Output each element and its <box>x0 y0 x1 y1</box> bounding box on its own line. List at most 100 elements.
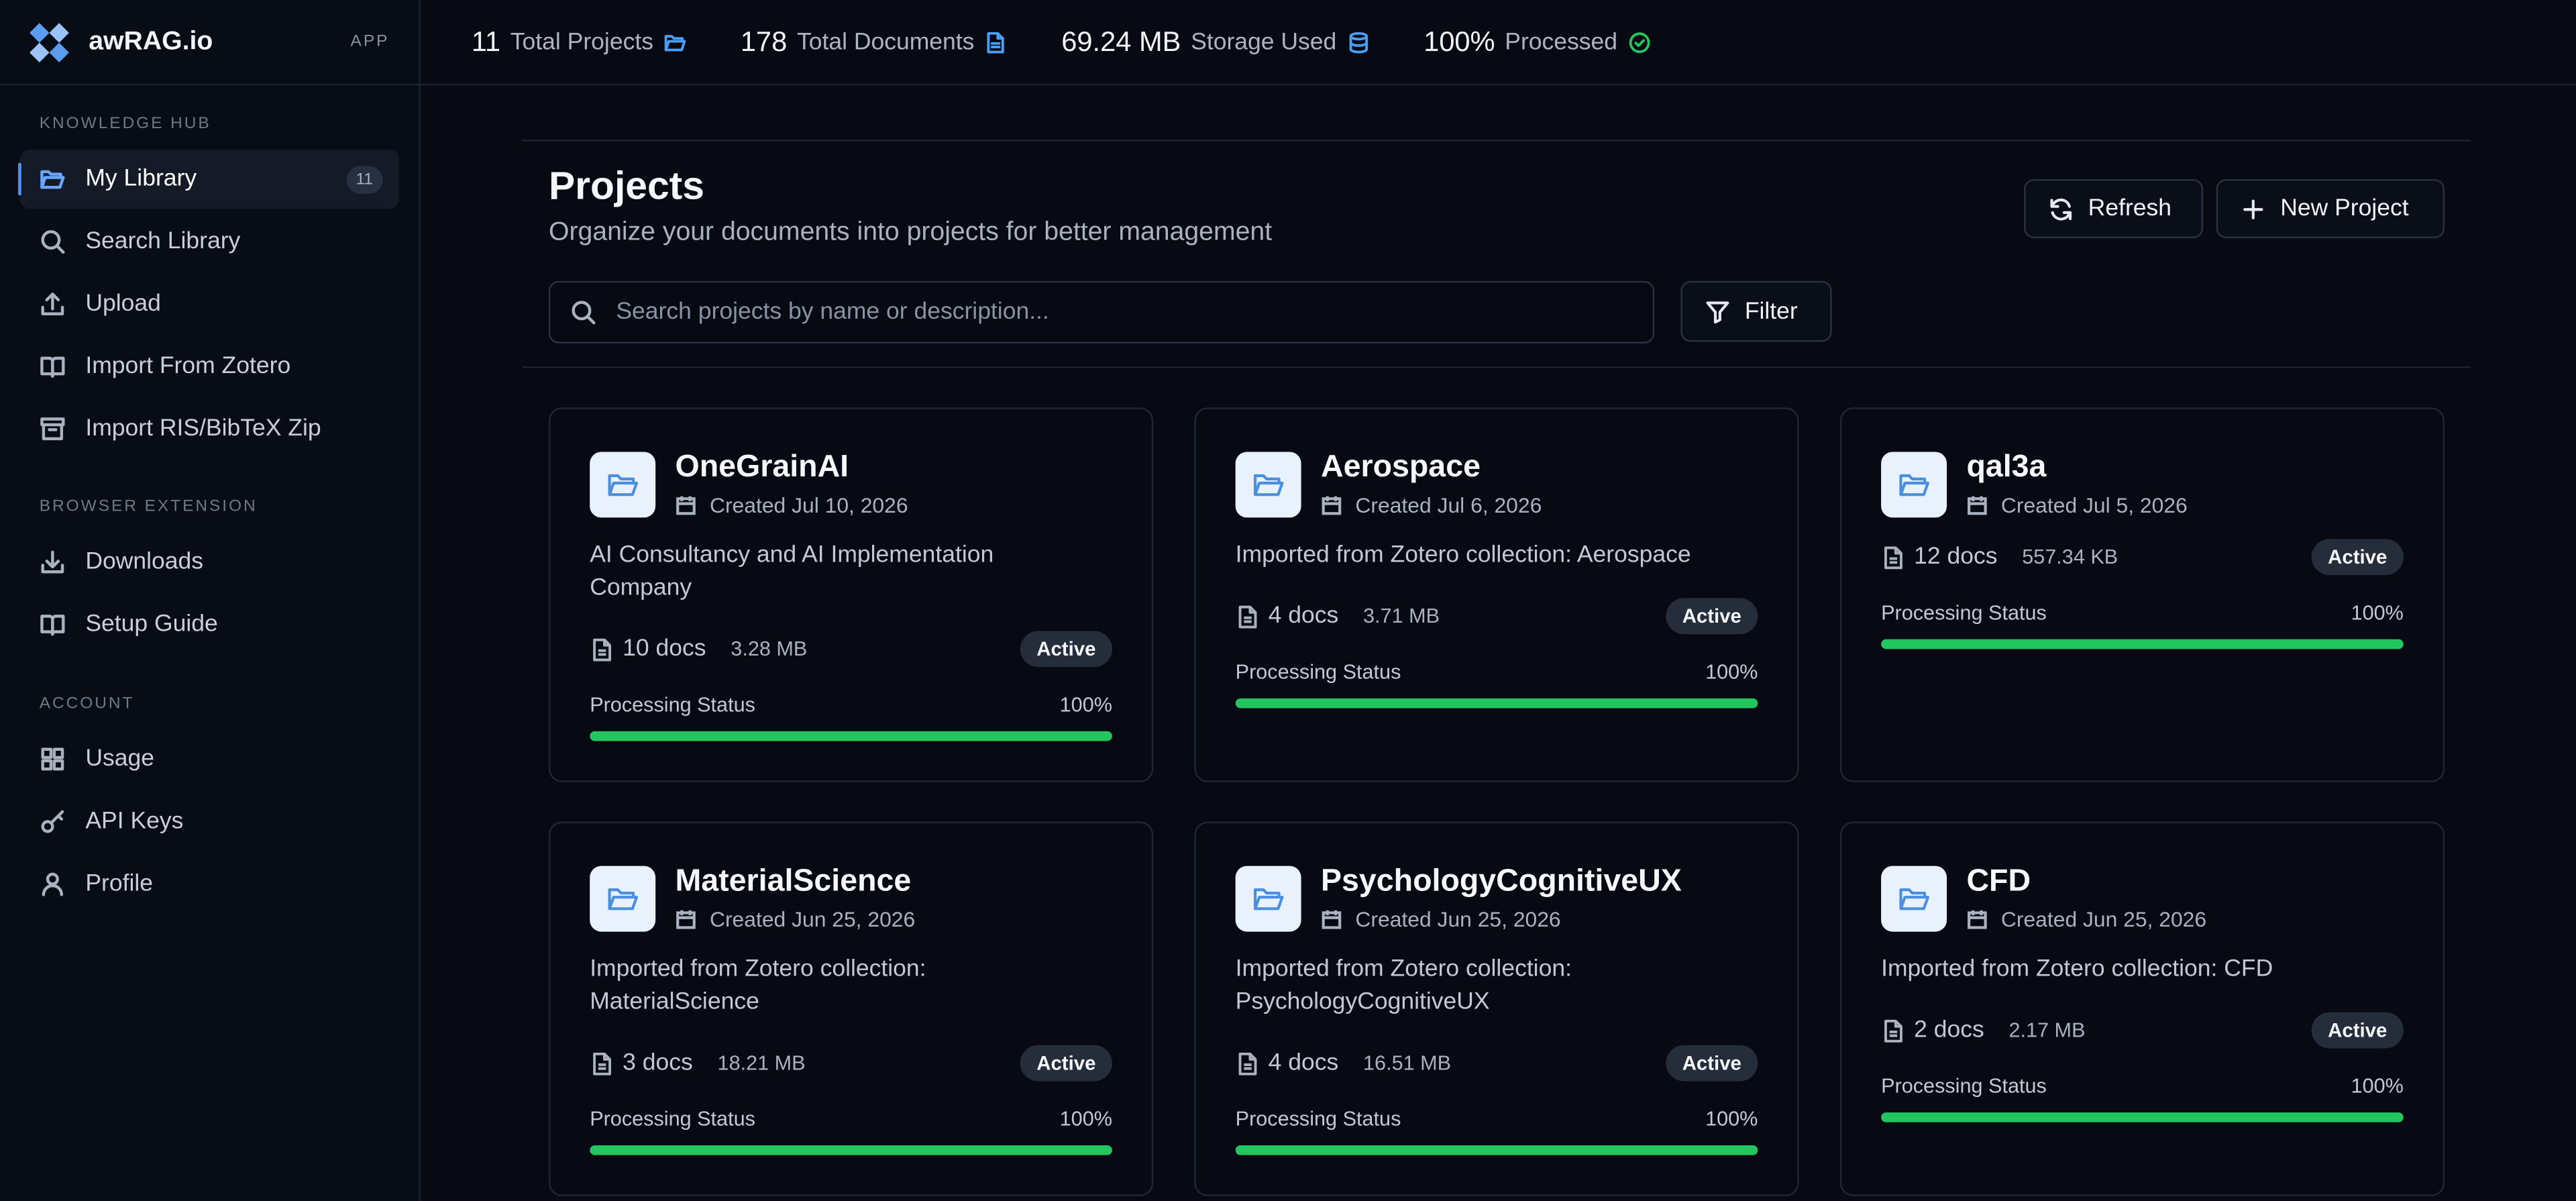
progress-fill <box>590 731 1112 741</box>
progress-fill <box>590 1145 1112 1155</box>
awrag-logo-icon <box>30 22 69 62</box>
status-badge: Active <box>1020 1045 1112 1082</box>
project-folder-icon-box <box>590 452 656 518</box>
project-created: Created Jun 25, 2026 <box>676 907 915 932</box>
brand[interactable]: awRAG.io APP <box>0 0 419 86</box>
sidebar-item-label: Usage <box>85 745 155 773</box>
progress-fill <box>1881 1112 2404 1122</box>
filter-button[interactable]: Filter <box>1680 280 1832 342</box>
calendar-icon <box>1322 496 1342 515</box>
project-card-onegrainai[interactable]: OneGrainAI Created Jul 10, 2026 AI Consu… <box>548 407 1154 782</box>
created-date: Created Jul 10, 2026 <box>709 492 908 518</box>
section-knowledge-hub: KNOWLEDGE HUB <box>39 115 211 134</box>
project-meta: 2 docs 2.17 MB Active <box>1881 1010 2404 1050</box>
project-title[interactable]: OneGrainAI <box>676 450 849 486</box>
processing-percent: 100% <box>1705 1107 1758 1131</box>
status-badge: Active <box>1666 598 1758 635</box>
status-badge: Active <box>1666 1045 1758 1082</box>
project-title[interactable]: Aerospace <box>1321 450 1481 486</box>
archive-icon <box>40 417 65 441</box>
processing-label: Processing Status <box>1235 660 1401 684</box>
progress-bar <box>1881 1112 2404 1122</box>
user-icon <box>42 872 64 896</box>
page-subtitle: Organize your documents into projects fo… <box>548 218 1273 247</box>
progress-fill <box>1235 1145 1758 1155</box>
download-icon <box>41 550 64 574</box>
sidebar-item-label: Import From Zotero <box>85 353 291 380</box>
project-card-cfd[interactable]: CFD Created Jun 25, 2026 Imported from Z… <box>1839 821 2445 1196</box>
sidebar-item-profile[interactable]: Profile <box>19 854 399 913</box>
project-card-psychologycognitiveux[interactable]: PsychologyCognitiveUX Created Jun 25, 20… <box>1194 821 1799 1196</box>
project-card-aerospace[interactable]: Aerospace Created Jul 6, 2026 Imported f… <box>1194 407 1799 782</box>
sidebar-item-api-keys[interactable]: API Keys <box>19 792 399 851</box>
sidebar-item-label: My Library <box>85 166 197 193</box>
new-project-button[interactable]: New Project <box>2216 178 2445 239</box>
sidebar-item-label: Setup Guide <box>85 611 218 638</box>
project-title[interactable]: MaterialScience <box>676 864 912 900</box>
processing-label: Processing Status <box>1235 1107 1401 1131</box>
folder-open-icon <box>608 888 639 910</box>
project-search[interactable] <box>548 280 1655 344</box>
sidebar-item-label: Downloads <box>85 548 204 576</box>
status-badge: Active <box>2311 539 2404 576</box>
sidebar-item-import-ris-bibtex[interactable]: Import RIS/BibTeX Zip <box>19 399 399 458</box>
progress-bar <box>590 731 1112 741</box>
search-input[interactable] <box>616 299 1602 325</box>
project-meta: 4 docs 3.71 MB Active <box>1236 596 1758 636</box>
file-text-icon <box>1238 605 1257 628</box>
progress-bar <box>590 1145 1112 1155</box>
project-size: 2.17 MB <box>2008 1019 2086 1042</box>
stat-value: 69.24 MB <box>1061 25 1181 57</box>
project-size: 3.28 MB <box>731 637 808 661</box>
sidebar-item-setup-guide[interactable]: Setup Guide <box>19 595 399 654</box>
project-card-qal3a[interactable]: qal3a Created Jul 5, 2026 12 docs 557.34… <box>1839 407 2445 782</box>
folder-open-icon <box>608 474 639 497</box>
sidebar-item-search-library[interactable]: Search Library <box>19 212 399 271</box>
sidebar-item-usage[interactable]: Usage <box>19 729 399 788</box>
project-title[interactable]: CFD <box>1966 864 2031 900</box>
calendar-icon <box>1968 496 1987 515</box>
app-tag: APP <box>350 32 390 51</box>
calendar-icon <box>676 910 696 929</box>
doc-count: 12 docs <box>1914 543 1998 570</box>
project-description: Imported from Zotero collection: Psychol… <box>1235 956 1572 1016</box>
doc-count: 4 docs <box>1268 603 1339 629</box>
filter-icon <box>1706 301 1729 324</box>
folder-open-icon <box>40 170 65 189</box>
search-icon <box>41 230 65 254</box>
project-created: Created Jul 10, 2026 <box>676 492 908 518</box>
key-icon <box>41 810 64 833</box>
processing-label: Processing Status <box>1881 601 2047 625</box>
project-created: Created Jul 5, 2026 <box>1966 493 2188 517</box>
sidebar-item-label: Upload <box>85 291 161 317</box>
file-text-icon <box>1884 1019 1902 1042</box>
file-text-icon <box>1238 1051 1257 1075</box>
stat-label: Total Documents <box>796 28 975 56</box>
refresh-button[interactable]: Refresh <box>2024 178 2204 239</box>
sidebar-item-import-zotero[interactable]: Import From Zotero <box>19 337 399 396</box>
project-folder-icon-box <box>1881 452 1947 518</box>
calendar-icon <box>1968 910 1987 929</box>
doc-count: 2 docs <box>1914 1016 1984 1044</box>
sidebar-item-upload[interactable]: Upload <box>19 274 399 333</box>
project-title[interactable]: qal3a <box>1966 450 2046 486</box>
processing-label: Processing Status <box>590 1107 755 1131</box>
projects-main: Projects Organize your documents into pr… <box>522 140 2471 1196</box>
progress-fill <box>1881 639 2404 649</box>
status-badge: Active <box>2311 1012 2404 1049</box>
doc-count: 10 docs <box>623 635 706 662</box>
project-title[interactable]: PsychologyCognitiveUX <box>1321 864 1682 900</box>
project-created: Created Jun 25, 2026 <box>1321 907 1561 932</box>
new-project-label: New Project <box>2280 195 2409 222</box>
app-name: awRAG.io <box>89 27 213 56</box>
file-text-icon <box>1884 545 1902 569</box>
created-date: Created Jun 25, 2026 <box>2000 906 2207 932</box>
progress-bar <box>1881 639 2404 649</box>
project-size: 18.21 MB <box>717 1051 806 1075</box>
project-card-materialscience[interactable]: MaterialScience Created Jun 25, 2026 Imp… <box>548 821 1154 1196</box>
sidebar-item-my-library[interactable]: My Library 11 <box>17 149 400 209</box>
section-account: ACCOUNT <box>39 694 135 713</box>
sidebar-item-downloads[interactable]: Downloads <box>19 532 399 591</box>
search-icon <box>572 301 596 325</box>
processing-status: Processing Status 100% <box>1236 660 1758 683</box>
